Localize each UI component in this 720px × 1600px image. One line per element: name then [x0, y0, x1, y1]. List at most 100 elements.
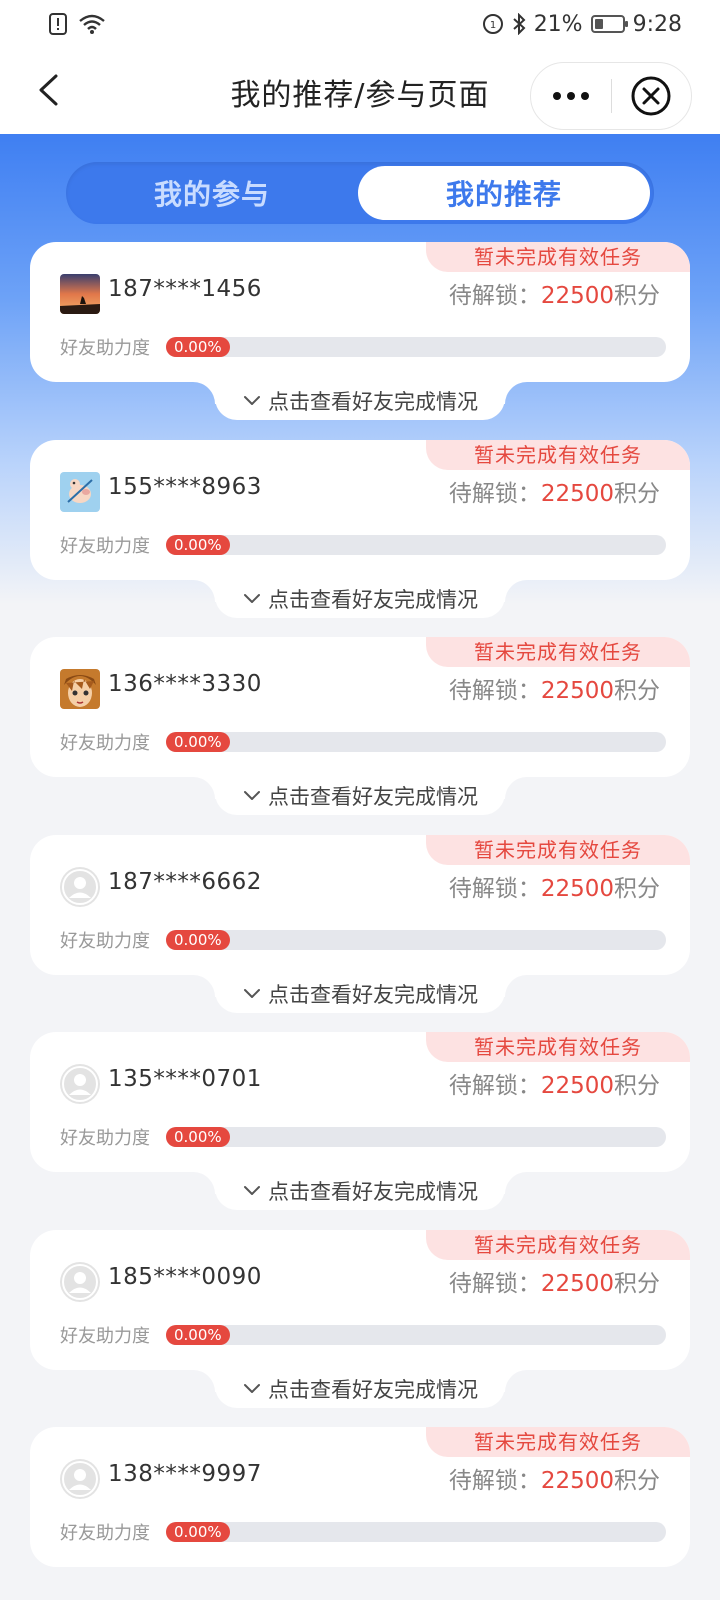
close-button[interactable] [612, 63, 692, 129]
referral-card: 暂未完成有效任务 187****6662 待解锁：22500积分 好友助力度 0… [30, 834, 690, 975]
chevron-down-icon [244, 396, 260, 405]
points-value: 22500 [540, 875, 614, 902]
svg-text:1: 1 [490, 20, 496, 31]
referral-card-group: 暂未完成有效任务 136****3330 待解锁：22500积分 好友助力度 0… [30, 637, 690, 815]
points-unit: 积分 [614, 1073, 660, 1099]
unlock-label: 待解锁： [448, 875, 541, 902]
points-unit: 积分 [614, 480, 660, 507]
progress-track: 0.00% [166, 1522, 666, 1542]
referral-card-group: 暂未完成有效任务 185****0090 待解锁：22500积分 好友助力度 0… [30, 1229, 690, 1408]
progress-track: 0.00% [166, 1127, 666, 1147]
status-left [48, 13, 106, 35]
help-label: 好友助力度 [60, 1325, 150, 1347]
points-unit: 积分 [614, 1270, 660, 1297]
view-friends-label: 点击查看好友完成情况 [268, 982, 478, 1007]
progress-track: 0.00% [166, 929, 666, 950]
nav-bar: 我的推荐/参与页面 [0, 48, 720, 134]
bluetooth-icon [513, 13, 526, 35]
chevron-down-icon [244, 1383, 260, 1393]
alert-icon [49, 13, 67, 35]
chevron-down-icon [244, 1186, 260, 1195]
more-dot-icon [580, 92, 589, 100]
unlock-label: 待解锁： [448, 678, 541, 704]
status-badge: 暂未完成有效任务 [426, 834, 690, 865]
points-value: 22500 [540, 678, 614, 704]
status-right: 1 21% 9:28 [482, 12, 682, 37]
phone-number: 187****6662 [108, 868, 262, 895]
points-value: 22500 [540, 283, 614, 309]
help-progress-row: 好友助力度 0.00% [60, 1126, 666, 1149]
default-avatar-icon [60, 1459, 100, 1499]
view-friends-button[interactable]: 点击查看好友完成情况 [215, 382, 505, 420]
points-value: 22500 [540, 1073, 614, 1099]
view-friends-label: 点击查看好友完成情况 [268, 1180, 478, 1204]
progress-percent: 0.00% [166, 1522, 230, 1542]
avatar [60, 669, 100, 709]
help-progress-row: 好友助力度 0.00% [60, 1521, 666, 1544]
unlock-points: 待解锁：22500积分 [449, 276, 660, 310]
progress-percent: 0.00% [166, 1127, 230, 1147]
unlock-points: 待解锁：22500积分 [449, 869, 660, 903]
phone-number: 155****8963 [108, 473, 262, 500]
phone-number: 135****0701 [108, 1066, 262, 1092]
progress-percent: 0.00% [166, 929, 230, 950]
more-dot-icon [566, 92, 575, 100]
referral-card: 暂未完成有效任务 135****0701 待解锁：22500积分 好友助力度 0… [30, 1032, 690, 1172]
view-friends-button[interactable]: 点击查看好友完成情况 [215, 1172, 505, 1210]
help-label: 好友助力度 [60, 1523, 150, 1544]
unlock-label: 待解锁： [448, 1468, 541, 1494]
avatar [60, 471, 100, 512]
chevron-down-icon [244, 791, 260, 800]
more-dot-icon [552, 92, 561, 100]
battery-icon [590, 15, 628, 33]
unlock-label: 待解锁： [448, 1270, 541, 1297]
wifi-icon [79, 14, 105, 34]
unlock-points: 待解锁：22500积分 [449, 671, 660, 705]
view-friends-button[interactable]: 点击查看好友完成情况 [215, 777, 505, 815]
status-badge: 暂未完成有效任务 [426, 242, 690, 272]
unlock-points: 待解锁：22500积分 [449, 1264, 660, 1298]
referral-card: 暂未完成有效任务 187****1456 待解锁：22500积分 好友助力度 0… [30, 242, 690, 382]
progress-percent: 0.00% [166, 337, 230, 357]
tab-switcher: 我的参与 我的推荐 [66, 162, 654, 224]
unlock-label: 待解锁： [448, 283, 541, 309]
clock: 9:28 [632, 11, 682, 37]
chevron-down-icon [244, 593, 260, 603]
status-badge: 暂未完成有效任务 [426, 1032, 690, 1062]
points-value: 22500 [540, 480, 614, 507]
view-friends-button[interactable]: 点击查看好友完成情况 [215, 974, 505, 1013]
tab-my-referrals[interactable]: 我的推荐 [358, 166, 650, 220]
progress-percent: 0.00% [166, 534, 230, 555]
status-badge: 暂未完成有效任务 [426, 1427, 690, 1457]
view-friends-label: 点击查看好友完成情况 [268, 785, 478, 809]
unlock-points: 待解锁：22500积分 [449, 1066, 660, 1100]
view-friends-label: 点击查看好友完成情况 [268, 587, 478, 612]
help-label: 好友助力度 [60, 733, 150, 754]
help-label: 好友助力度 [60, 1128, 150, 1149]
view-friends-label: 点击查看好友完成情况 [268, 1377, 478, 1402]
phone-number: 136****3330 [108, 671, 262, 697]
tab-my-participation[interactable]: 我的参与 [66, 162, 358, 224]
referral-card: 暂未完成有效任务 155****8963 待解锁：22500积分 好友助力度 0… [30, 439, 690, 580]
referral-card: 暂未完成有效任务 138****9997 待解锁：22500积分 好友助力度 0… [30, 1427, 690, 1567]
referral-card: 暂未完成有效任务 136****3330 待解锁：22500积分 好友助力度 0… [30, 637, 690, 777]
help-progress-row: 好友助力度 0.00% [60, 929, 666, 952]
referral-card-group: 暂未完成有效任务 187****6662 待解锁：22500积分 好友助力度 0… [30, 834, 690, 1013]
unlock-label: 待解锁： [448, 480, 541, 507]
help-progress-row: 好友助力度 0.00% [60, 534, 666, 557]
points-unit: 积分 [614, 678, 660, 704]
view-friends-label: 点击查看好友完成情况 [268, 390, 478, 414]
unlock-label: 待解锁： [448, 1073, 541, 1099]
points-unit: 积分 [614, 875, 660, 902]
status-badge: 暂未完成有效任务 [426, 1229, 690, 1260]
status-badge: 暂未完成有效任务 [426, 439, 690, 470]
progress-percent: 0.00% [166, 732, 230, 752]
status-bar: 1 21% 9:28 [0, 0, 720, 48]
chevron-down-icon [244, 988, 260, 998]
default-avatar-icon [60, 1261, 100, 1302]
view-friends-button[interactable]: 点击查看好友完成情况 [215, 1369, 505, 1408]
view-friends-button[interactable]: 点击查看好友完成情况 [215, 579, 505, 618]
points-value: 22500 [540, 1468, 614, 1494]
more-button[interactable] [531, 63, 611, 129]
status-badge: 暂未完成有效任务 [426, 637, 690, 667]
